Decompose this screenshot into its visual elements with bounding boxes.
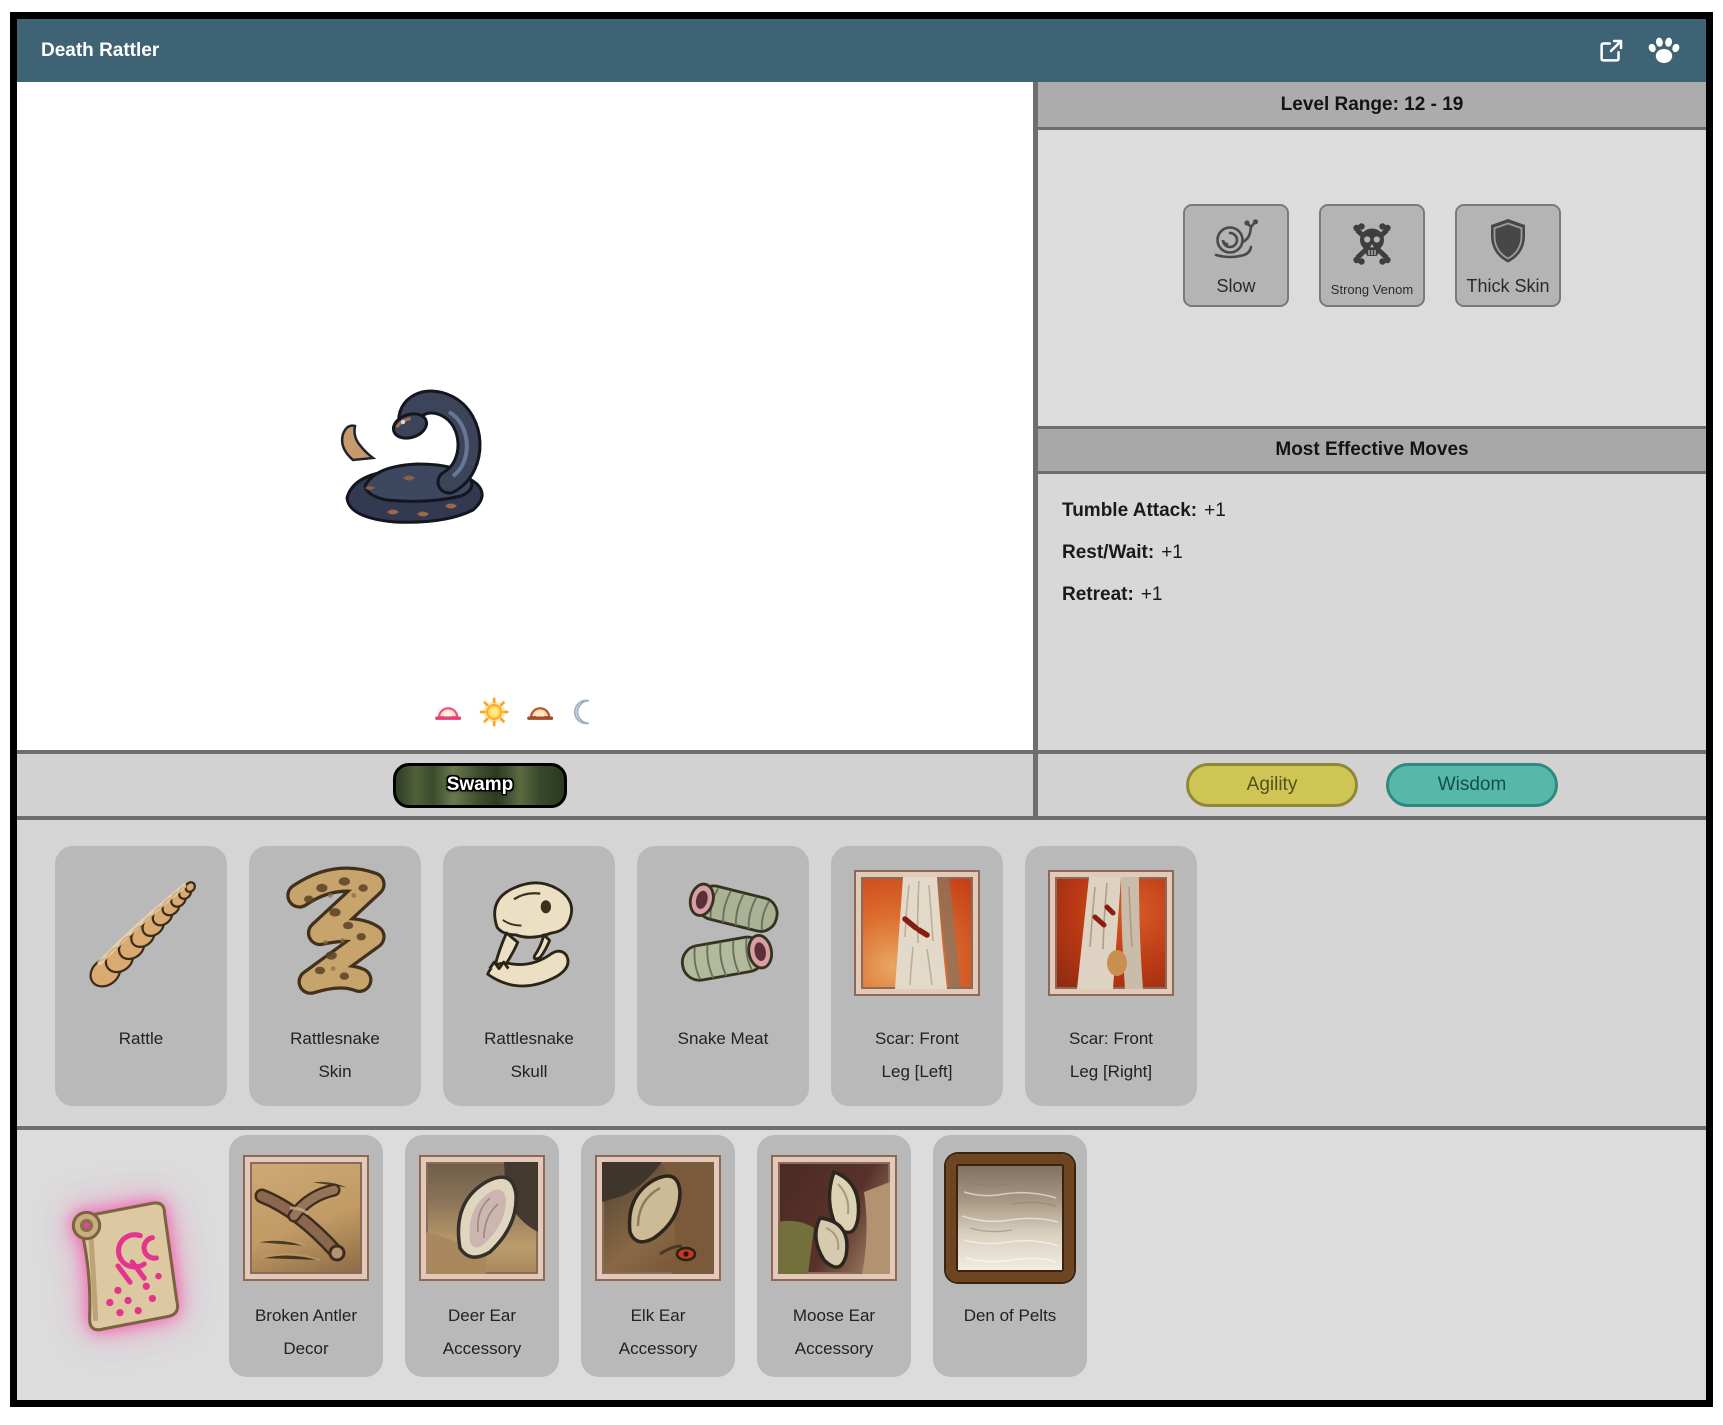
habitat-strip: Swamp [17,750,1033,816]
glowing-scroll-icon[interactable] [39,1187,207,1339]
titlebar: Death Rattler [17,19,1706,82]
move-row: Retreat: +1 [1062,584,1706,606]
drop-card-scar-front-leg-right[interactable]: Scar: FrontLeg [Right] [1025,846,1197,1106]
drop-card-rattlesnake-skin[interactable]: RattlesnakeSkin [249,846,421,1106]
dusk-icon [525,697,555,727]
decor-card-elk-ear[interactable]: Elk EarAccessory [581,1135,735,1377]
stats-strip: Agility Wisdom [1038,750,1706,816]
enemy-column: Swamp [17,82,1033,816]
trait-label: Thick Skin [1466,276,1549,297]
decor-section: Broken AntlerDecor Deer EarAccessory [17,1126,1706,1400]
drop-card-scar-front-leg-left[interactable]: Scar: FrontLeg [Left] [831,846,1003,1106]
move-name: Tumble Attack: [1062,500,1197,521]
item-label: RattlesnakeSkull [443,1022,615,1088]
stat-wisdom-button[interactable]: Wisdom [1386,763,1558,807]
decor-card-deer-ear[interactable]: Deer EarAccessory [405,1135,559,1377]
item-label: RattlesnakeSkin [249,1022,421,1088]
active-times [433,696,600,728]
rattlesnake-skull-icon [443,854,615,1012]
paw-icon[interactable] [1646,35,1682,67]
move-row: Tumble Attack: +1 [1062,500,1706,522]
level-range-header: Level Range: 12 - 19 [1038,82,1706,130]
move-name: Rest/Wait: [1062,542,1154,563]
item-label: Scar: FrontLeg [Left] [831,1022,1003,1088]
sun-icon [478,696,510,728]
rattle-icon [55,854,227,1012]
stat-agility-button[interactable]: Agility [1186,763,1358,807]
item-label: Moose EarAccessory [757,1299,911,1365]
decor-card-moose-ear[interactable]: Moose EarAccessory [757,1135,911,1377]
broken-antler-icon [229,1143,383,1293]
elk-ear-icon [581,1143,735,1293]
traits-area: Slow Strong Venom Thick Skin [1038,130,1706,426]
enemy-display-area [17,82,1033,750]
moves-list: Tumble Attack: +1 Rest/Wait: +1 Retreat: +1 [1038,474,1706,750]
move-value: +1 [1204,500,1226,521]
decor-card-broken-antler[interactable]: Broken AntlerDecor [229,1135,383,1377]
drop-card-rattle[interactable]: Rattle [55,846,227,1106]
trait-label: Strong Venom [1331,282,1413,297]
drop-card-snake-meat[interactable]: Snake Meat [637,846,809,1106]
item-label: Rattle [55,1022,227,1055]
top-region: Swamp Level Range: 12 - 19 Slow Strong V… [17,82,1706,816]
snake-meat-icon [637,854,809,1012]
item-label: Deer EarAccessory [405,1299,559,1365]
move-name: Retreat: [1062,584,1134,605]
snail-icon [1210,206,1262,276]
habitat-swamp-button[interactable]: Swamp [393,763,567,808]
den-of-pelts-icon [933,1143,1087,1293]
titlebar-icons [1596,35,1682,67]
enemy-info-modal: Death Rattler [10,12,1713,1407]
item-label: Broken AntlerDecor [229,1299,383,1365]
page-title: Death Rattler [41,40,159,62]
item-label: Den of Pelts [933,1299,1087,1332]
dawn-icon [433,697,463,727]
rattlesnake-skin-icon [249,854,421,1012]
drops-section: Rattle RattlesnakeSkin [17,816,1706,1126]
scar-front-leg-left-icon [831,854,1003,1012]
scar-front-leg-right-icon [1025,854,1197,1012]
move-row: Rest/Wait: +1 [1062,542,1706,564]
habitat-label: Swamp [447,774,514,796]
trait-thick-skin[interactable]: Thick Skin [1455,204,1561,307]
moves-header: Most Effective Moves [1038,426,1706,474]
item-label: Scar: FrontLeg [Right] [1025,1022,1197,1088]
move-value: +1 [1141,584,1163,605]
death-rattler-image [317,362,507,547]
move-value: +1 [1161,542,1183,563]
item-label: Elk EarAccessory [581,1299,735,1365]
skull-crossbones-icon [1348,206,1396,282]
shield-icon [1486,206,1530,276]
info-panel: Level Range: 12 - 19 Slow Strong Venom [1033,82,1706,816]
item-label: Snake Meat [637,1022,809,1055]
decor-card-den-of-pelts[interactable]: Den of Pelts [933,1135,1087,1377]
drop-card-rattlesnake-skull[interactable]: RattlesnakeSkull [443,846,615,1106]
external-link-icon[interactable] [1596,36,1626,66]
moon-icon [570,697,600,727]
deer-ear-icon [405,1143,559,1293]
trait-label: Slow [1216,276,1255,297]
trait-strong-venom[interactable]: Strong Venom [1319,204,1425,307]
trait-slow[interactable]: Slow [1183,204,1289,307]
moose-ear-icon [757,1143,911,1293]
